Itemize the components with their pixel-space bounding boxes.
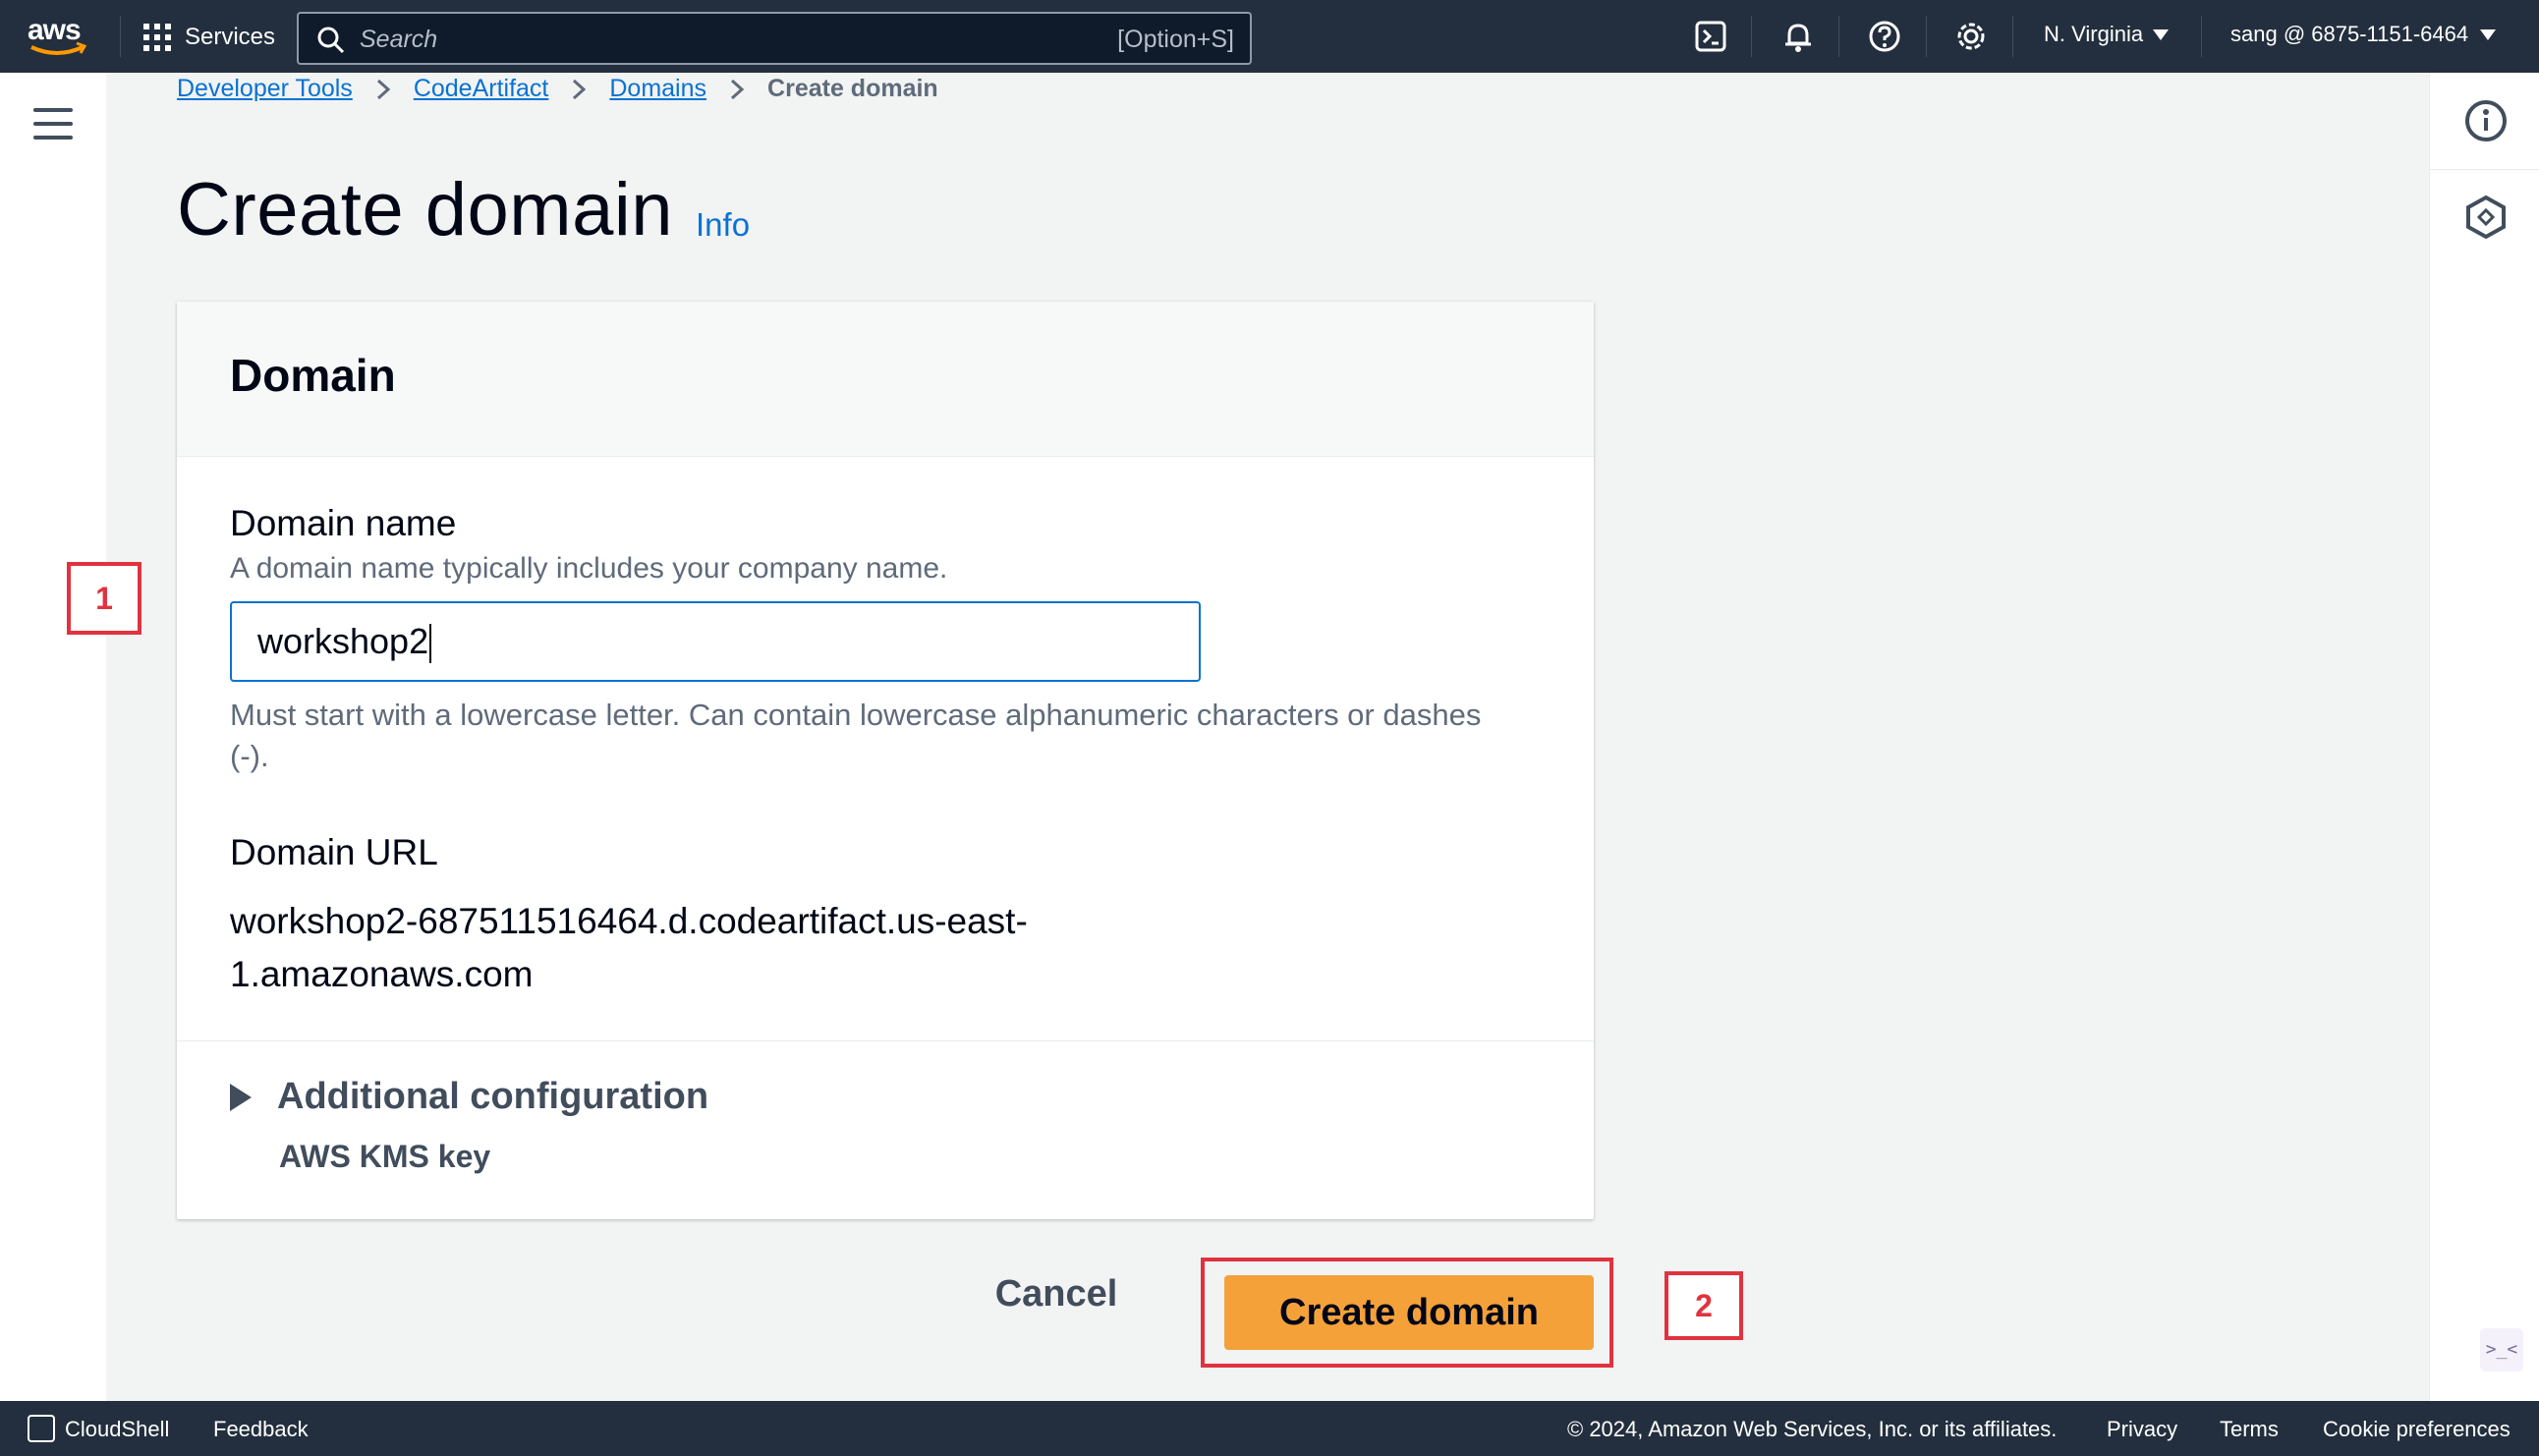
top-navigation: aws Services Search [Option+S] N. Virgin… bbox=[0, 0, 2539, 73]
search-input[interactable]: Search [Option+S] bbox=[297, 12, 1252, 65]
annotation-marker-1: 1 bbox=[67, 562, 141, 635]
nav-divider bbox=[1751, 16, 1752, 57]
settings-icon[interactable] bbox=[1954, 20, 1988, 53]
additional-configuration-label: Additional configuration bbox=[277, 1076, 709, 1117]
breadcrumb-current: Create domain bbox=[767, 75, 938, 102]
container-header: Domain bbox=[177, 302, 1594, 457]
annotation-highlight-box bbox=[1201, 1258, 1613, 1368]
footer-cloudshell-link[interactable]: CloudShell bbox=[65, 1417, 169, 1442]
left-navigation-rail bbox=[0, 73, 106, 1401]
nav-divider bbox=[1926, 16, 1927, 57]
domain-name-label: Domain name bbox=[230, 503, 457, 543]
region-selector[interactable]: N. Virginia bbox=[2044, 22, 2170, 47]
footer-privacy-link[interactable]: Privacy bbox=[2107, 1417, 2177, 1442]
info-link[interactable]: Info bbox=[696, 206, 750, 244]
nav-divider bbox=[2201, 16, 2202, 57]
caret-down-icon bbox=[2153, 28, 2170, 40]
bell-icon[interactable] bbox=[1781, 20, 1815, 53]
rail-divider bbox=[2430, 169, 2539, 170]
footer: CloudShell Feedback © 2024, Amazon Web S… bbox=[0, 1401, 2539, 1456]
help-icon[interactable] bbox=[1868, 20, 1901, 53]
additional-configuration-subtitle: AWS KMS key bbox=[279, 1139, 491, 1174]
domain-name-constraint: Must start with a lowercase letter. Can … bbox=[230, 698, 1482, 773]
footer-terms-link[interactable]: Terms bbox=[2220, 1417, 2279, 1442]
breadcrumb: Developer Tools CodeArtifact Domains Cre… bbox=[177, 75, 938, 103]
domain-container: Domain Domain name A domain name typical… bbox=[177, 302, 1594, 1219]
account-menu[interactable]: sang @ 6875-1151-6464 bbox=[2230, 22, 2497, 47]
chevron-right-icon bbox=[573, 79, 587, 99]
cloudshell-icon bbox=[28, 1415, 55, 1442]
nav-divider bbox=[1838, 16, 1839, 57]
domain-name-value: workshop2 bbox=[257, 621, 429, 661]
domain-name-input[interactable]: workshop2 bbox=[230, 601, 1201, 682]
search-placeholder: Search bbox=[360, 26, 438, 53]
domain-url-value: workshop2-687511516464.d.codeartifact.us… bbox=[230, 901, 1028, 994]
info-circle-icon[interactable] bbox=[2463, 98, 2509, 143]
footer-feedback-link[interactable]: Feedback bbox=[213, 1417, 309, 1442]
annotation-marker-2: 2 bbox=[1664, 1271, 1743, 1340]
nav-divider bbox=[2012, 16, 2013, 57]
services-menu-button[interactable]: Services bbox=[143, 18, 275, 57]
domain-name-description: A domain name typically includes your co… bbox=[230, 552, 948, 585]
aws-smile-icon bbox=[30, 41, 87, 55]
section-divider bbox=[177, 1040, 1594, 1041]
caret-right-icon bbox=[230, 1083, 252, 1111]
page-title: Create domain bbox=[177, 168, 673, 252]
right-tools-rail bbox=[2429, 73, 2539, 1401]
account-label: sang @ 6875-1151-6464 bbox=[2230, 22, 2469, 46]
search-icon bbox=[317, 27, 345, 54]
chevron-right-icon bbox=[731, 79, 745, 99]
caret-down-icon bbox=[2480, 28, 2497, 40]
breadcrumb-developer-tools[interactable]: Developer Tools bbox=[177, 75, 353, 103]
additional-configuration-expander[interactable]: Additional configuration bbox=[230, 1076, 708, 1118]
nav-divider bbox=[120, 16, 121, 57]
text-cursor bbox=[429, 624, 432, 664]
cancel-button[interactable]: Cancel bbox=[973, 1260, 1140, 1328]
chat-widget-icon[interactable]: >_< bbox=[2480, 1328, 2523, 1372]
chevron-right-icon bbox=[376, 79, 390, 99]
region-label: N. Virginia bbox=[2044, 22, 2144, 46]
domain-url-label: Domain URL bbox=[230, 832, 438, 872]
footer-cookie-preferences-link[interactable]: Cookie preferences bbox=[2323, 1417, 2511, 1442]
footer-copyright: © 2024, Amazon Web Services, Inc. or its… bbox=[1567, 1417, 2058, 1441]
grid-icon bbox=[143, 24, 171, 51]
search-shortcut: [Option+S] bbox=[1117, 26, 1234, 53]
container-heading: Domain bbox=[230, 350, 396, 401]
assistant-hexagon-icon[interactable] bbox=[2463, 195, 2509, 240]
menu-icon[interactable] bbox=[33, 108, 73, 140]
breadcrumb-codeartifact[interactable]: CodeArtifact bbox=[414, 75, 549, 103]
aws-logo[interactable]: aws bbox=[28, 14, 90, 57]
services-label: Services bbox=[185, 24, 276, 50]
breadcrumb-domains[interactable]: Domains bbox=[609, 75, 706, 103]
cloudshell-icon[interactable] bbox=[1694, 20, 1727, 53]
